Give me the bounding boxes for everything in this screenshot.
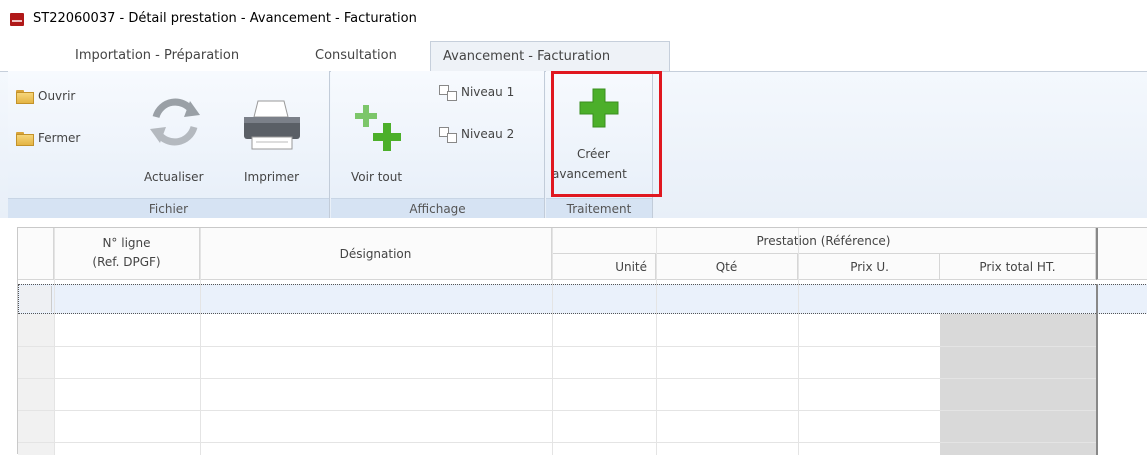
col-ligne-header[interactable]: N° ligne (Ref. DPGF) xyxy=(54,228,200,280)
niveau-2-button[interactable]: Niveau 2 xyxy=(439,127,534,145)
grid-col-line xyxy=(200,228,201,455)
grid-col-line xyxy=(552,228,553,455)
extra-header xyxy=(1096,228,1147,280)
window-title: ST22060037 - Détail prestation - Avancem… xyxy=(33,11,417,26)
frozen-separator xyxy=(1096,284,1098,455)
voir-tout-button[interactable]: Voir tout xyxy=(343,91,413,191)
niveau-2-label: Niveau 2 xyxy=(461,127,515,141)
row-selector-cell[interactable] xyxy=(20,286,52,312)
imprimer-button[interactable]: Imprimer xyxy=(236,91,316,191)
tab-importation-preparation[interactable]: Importation - Préparation xyxy=(63,41,251,71)
table-row-selected[interactable] xyxy=(18,284,1147,314)
group-affichage: Voir tout Niveau 1 Niveau 2 Affichage xyxy=(331,71,545,218)
creer-label-line2: avancement xyxy=(552,167,627,181)
folder-close-icon xyxy=(16,131,34,146)
col-qte-header[interactable]: Qté xyxy=(656,254,798,280)
group-affichage-label: Affichage xyxy=(331,198,544,218)
col-ligne-label-2: (Ref. DPGF) xyxy=(92,255,161,269)
col-ligne-label-1: N° ligne xyxy=(102,236,151,250)
tab-consultation[interactable]: Consultation xyxy=(303,41,409,71)
actualiser-button[interactable]: Actualiser xyxy=(136,91,216,191)
grid-col-line xyxy=(656,228,657,455)
data-grid: N° ligne (Ref. DPGF) Désignation Prestat… xyxy=(17,227,1147,455)
col-designation-header[interactable]: Désignation xyxy=(200,228,552,280)
ouvrir-button[interactable]: Ouvrir xyxy=(16,87,96,107)
tab-avancement-facturation[interactable]: Avancement - Facturation xyxy=(430,41,670,71)
prix-total-shaded-column xyxy=(940,314,1096,455)
level-2-icon xyxy=(439,127,457,143)
col-unite-header[interactable]: Unité xyxy=(552,254,656,280)
imprimer-label: Imprimer xyxy=(244,170,300,184)
group-fichier: Ouvrir Fermer Actualiser Imprimer Fichie… xyxy=(8,71,330,218)
tab-strip: Importation - Préparation Consultation A… xyxy=(0,38,1147,71)
voir-tout-label: Voir tout xyxy=(351,170,403,184)
niveau-1-label: Niveau 1 xyxy=(461,85,515,99)
fermer-button[interactable]: Fermer xyxy=(16,129,96,149)
ouvrir-label: Ouvrir xyxy=(38,89,76,103)
niveau-1-button[interactable]: Niveau 1 xyxy=(439,85,534,103)
row-selector-column xyxy=(18,314,54,455)
title-bar: ST22060037 - Détail prestation - Avancem… xyxy=(0,0,1147,38)
expand-all-icon xyxy=(355,105,401,151)
fermer-label: Fermer xyxy=(38,131,81,145)
group-traitement-label: Traitement xyxy=(546,198,652,218)
folder-open-icon xyxy=(16,89,34,104)
table-row xyxy=(18,410,1096,411)
grid-col-line xyxy=(54,228,55,455)
group-traitement: Créer avancement Traitement xyxy=(546,71,653,218)
table-row xyxy=(18,378,1096,379)
app-logo-icon xyxy=(10,13,24,26)
creer-avancement-button[interactable]: Créer avancement xyxy=(550,87,650,191)
table-row xyxy=(18,346,1096,347)
actualiser-label: Actualiser xyxy=(144,170,204,184)
col-prix-u-header[interactable]: Prix U. xyxy=(798,254,940,280)
table-row xyxy=(18,442,1096,443)
grid-col-line xyxy=(798,228,799,455)
creer-label-line1: Créer xyxy=(577,147,610,161)
ribbon: Ouvrir Fermer Actualiser Imprimer Fichie… xyxy=(0,71,1147,218)
green-plus-icon xyxy=(579,88,619,128)
group-fichier-label: Fichier xyxy=(8,198,329,218)
group-prestation-header: Prestation (Référence) xyxy=(552,228,1096,254)
col-prix-total-header[interactable]: Prix total HT. xyxy=(940,254,1096,280)
refresh-icon xyxy=(150,98,200,146)
level-1-icon xyxy=(439,85,457,101)
row-selector-header xyxy=(18,228,54,280)
printer-icon xyxy=(244,100,300,150)
